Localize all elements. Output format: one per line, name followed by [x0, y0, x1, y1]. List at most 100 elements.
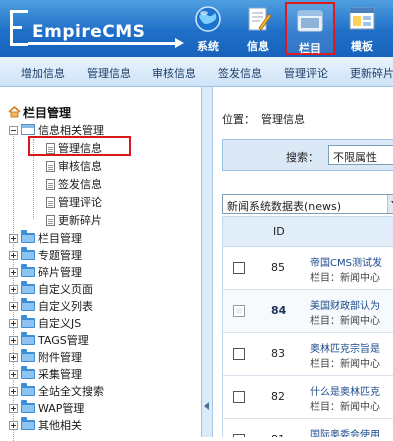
row-checkbox[interactable] [233, 305, 245, 317]
row-checkbox[interactable] [233, 391, 245, 403]
tree-group-label: 自定义列表 [38, 300, 93, 313]
tree-group-attachments[interactable]: 附件管理 [9, 349, 82, 366]
row-title-link[interactable]: 美国财政部认为 [310, 297, 380, 312]
tree-item-manage-comments[interactable]: 管理评论 [46, 194, 102, 211]
breadcrumb-current[interactable]: 管理信息 [261, 113, 305, 126]
tree-group-label: 附件管理 [38, 351, 82, 364]
template-icon [347, 4, 377, 34]
tree-group-collection[interactable]: 采集管理 [9, 366, 82, 383]
logo-arrow-line [28, 42, 178, 45]
row-column: 栏目：新闻中心 [310, 273, 380, 284]
top-header: EmpireCMS 系统 信息 栏目 模板 [0, 0, 393, 57]
expand-icon[interactable] [9, 251, 18, 260]
table-row: 82 什么是奥林匹克 栏目：新闻中心 [223, 376, 393, 419]
expand-icon[interactable] [9, 268, 18, 277]
tree-group-fulltext-search[interactable]: 全站全文搜索 [9, 383, 104, 400]
tree-item-review-info[interactable]: 审核信息 [46, 158, 102, 175]
tree-group-label: 栏目管理 [38, 232, 82, 245]
expand-icon[interactable] [9, 404, 18, 413]
expand-icon[interactable] [9, 336, 18, 345]
tree-group-tags[interactable]: TAGS管理 [9, 332, 89, 349]
row-title-link[interactable]: 帝国CMS测试发 [310, 254, 382, 269]
submenu-update-fragments[interactable]: 更新碎片 [350, 65, 393, 81]
expand-icon[interactable] [9, 285, 18, 294]
expand-icon[interactable] [9, 234, 18, 243]
tree-group-label: 采集管理 [38, 368, 82, 381]
topnav-template[interactable]: 模板 [340, 2, 384, 55]
data-table-select[interactable]: 新闻系统数据表(news) [222, 194, 393, 214]
row-column: 栏目：新闻中心 [310, 316, 380, 327]
row-column: 栏目：新闻中心 [310, 359, 380, 370]
selected-item-highlight [28, 136, 131, 156]
collapse-icon[interactable] [9, 126, 18, 135]
folder-icon [21, 349, 35, 362]
tree-group-label: 自定义页面 [38, 283, 93, 296]
submenu-sign-info[interactable]: 签发信息 [218, 65, 262, 81]
submenu-review-info[interactable]: 审核信息 [152, 65, 196, 81]
folder-icon [21, 264, 35, 277]
tree-group-label: 专题管理 [38, 249, 82, 262]
topnav-info[interactable]: 信息 [236, 2, 280, 55]
tree-group-label: 自定义JS [38, 317, 82, 330]
tree-group-custom-pages[interactable]: 自定义页面 [9, 281, 93, 298]
topnav-system[interactable]: 系统 [186, 2, 230, 55]
page-icon [46, 179, 55, 190]
row-title-link[interactable]: 国际奥委会使用 [310, 426, 380, 437]
page-icon [46, 161, 55, 172]
column-tree-sidebar: 栏目管理 信息相关管理 管理信息 审核信息 签发信息 管理评论 更新碎片 栏目管… [0, 87, 202, 441]
folder-icon [21, 230, 35, 243]
folder-icon [21, 383, 35, 396]
logo-arrow-head [175, 38, 184, 48]
row-column: 栏目：新闻中心 [310, 402, 380, 413]
expand-icon[interactable] [9, 387, 18, 396]
expand-icon[interactable] [9, 370, 18, 379]
table-row: 85 帝国CMS测试发 栏目：新闻中心 [223, 247, 393, 290]
row-checkbox[interactable] [233, 348, 245, 360]
tree-group-custom-js[interactable]: 自定义JS [9, 315, 81, 332]
folder-icon [21, 281, 35, 294]
news-list-table: ID 85 帝国CMS测试发 栏目：新闻中心 84 美国财政部认为 栏目：新闻中… [222, 216, 393, 437]
expand-icon[interactable] [9, 319, 18, 328]
table-header: ID [223, 217, 393, 247]
tree-group-label: WAP管理 [38, 402, 85, 415]
page-icon [46, 215, 55, 226]
tree-group-topics[interactable]: 专题管理 [9, 247, 82, 264]
tree-group-columns[interactable]: 栏目管理 [9, 230, 82, 247]
tree-item-label: 签发信息 [58, 178, 102, 191]
row-title-link[interactable]: 什么是奥林匹克 [310, 383, 380, 398]
row-checkbox[interactable] [233, 262, 245, 274]
expand-icon[interactable] [9, 421, 18, 430]
tree-group-other[interactable]: 其他相关 [9, 417, 82, 434]
folder-icon [21, 400, 35, 413]
window-list-icon [21, 124, 35, 135]
topnav-column[interactable]: 栏目 [285, 2, 335, 55]
tree-group-label: 其他相关 [38, 419, 82, 432]
expand-icon[interactable] [9, 302, 18, 311]
row-id: 84 [271, 304, 287, 317]
submenu-manage-comments[interactable]: 管理评论 [284, 65, 328, 81]
chevron-down-icon [387, 195, 393, 213]
submenu-add-info[interactable]: 增加信息 [21, 65, 65, 81]
breadcrumb-label: 位置： [222, 113, 255, 126]
row-title-link[interactable]: 奥林匹克宗旨是 [310, 340, 380, 355]
table-row: 83 奥林匹克宗旨是 栏目：新闻中心 [223, 333, 393, 376]
tree-group-label: 全站全文搜索 [38, 385, 104, 398]
row-id: 81 [271, 433, 285, 437]
sidebar-splitter[interactable] [202, 87, 213, 437]
tree-group-wap[interactable]: WAP管理 [9, 400, 84, 417]
table-row: 81 国际奥委会使用 [223, 419, 393, 437]
submenu-manage-info[interactable]: 管理信息 [87, 65, 131, 81]
tree-item-sign-info[interactable]: 签发信息 [46, 176, 102, 193]
search-attribute-select[interactable]: 不限属性 [328, 145, 393, 165]
collapse-arrow-icon[interactable] [204, 402, 209, 410]
folder-icon [21, 417, 35, 430]
row-id: 83 [271, 347, 285, 360]
secondary-menu: 增加信息 管理信息 审核信息 签发信息 管理评论 更新碎片 [0, 57, 393, 87]
tree-group-custom-lists[interactable]: 自定义列表 [9, 298, 93, 315]
tree-item-update-fragments[interactable]: 更新碎片 [46, 212, 102, 229]
folder-icon [21, 315, 35, 328]
header-id: ID [273, 225, 285, 238]
folder-icon [21, 298, 35, 311]
expand-icon[interactable] [9, 353, 18, 362]
tree-group-fragments[interactable]: 碎片管理 [9, 264, 82, 281]
